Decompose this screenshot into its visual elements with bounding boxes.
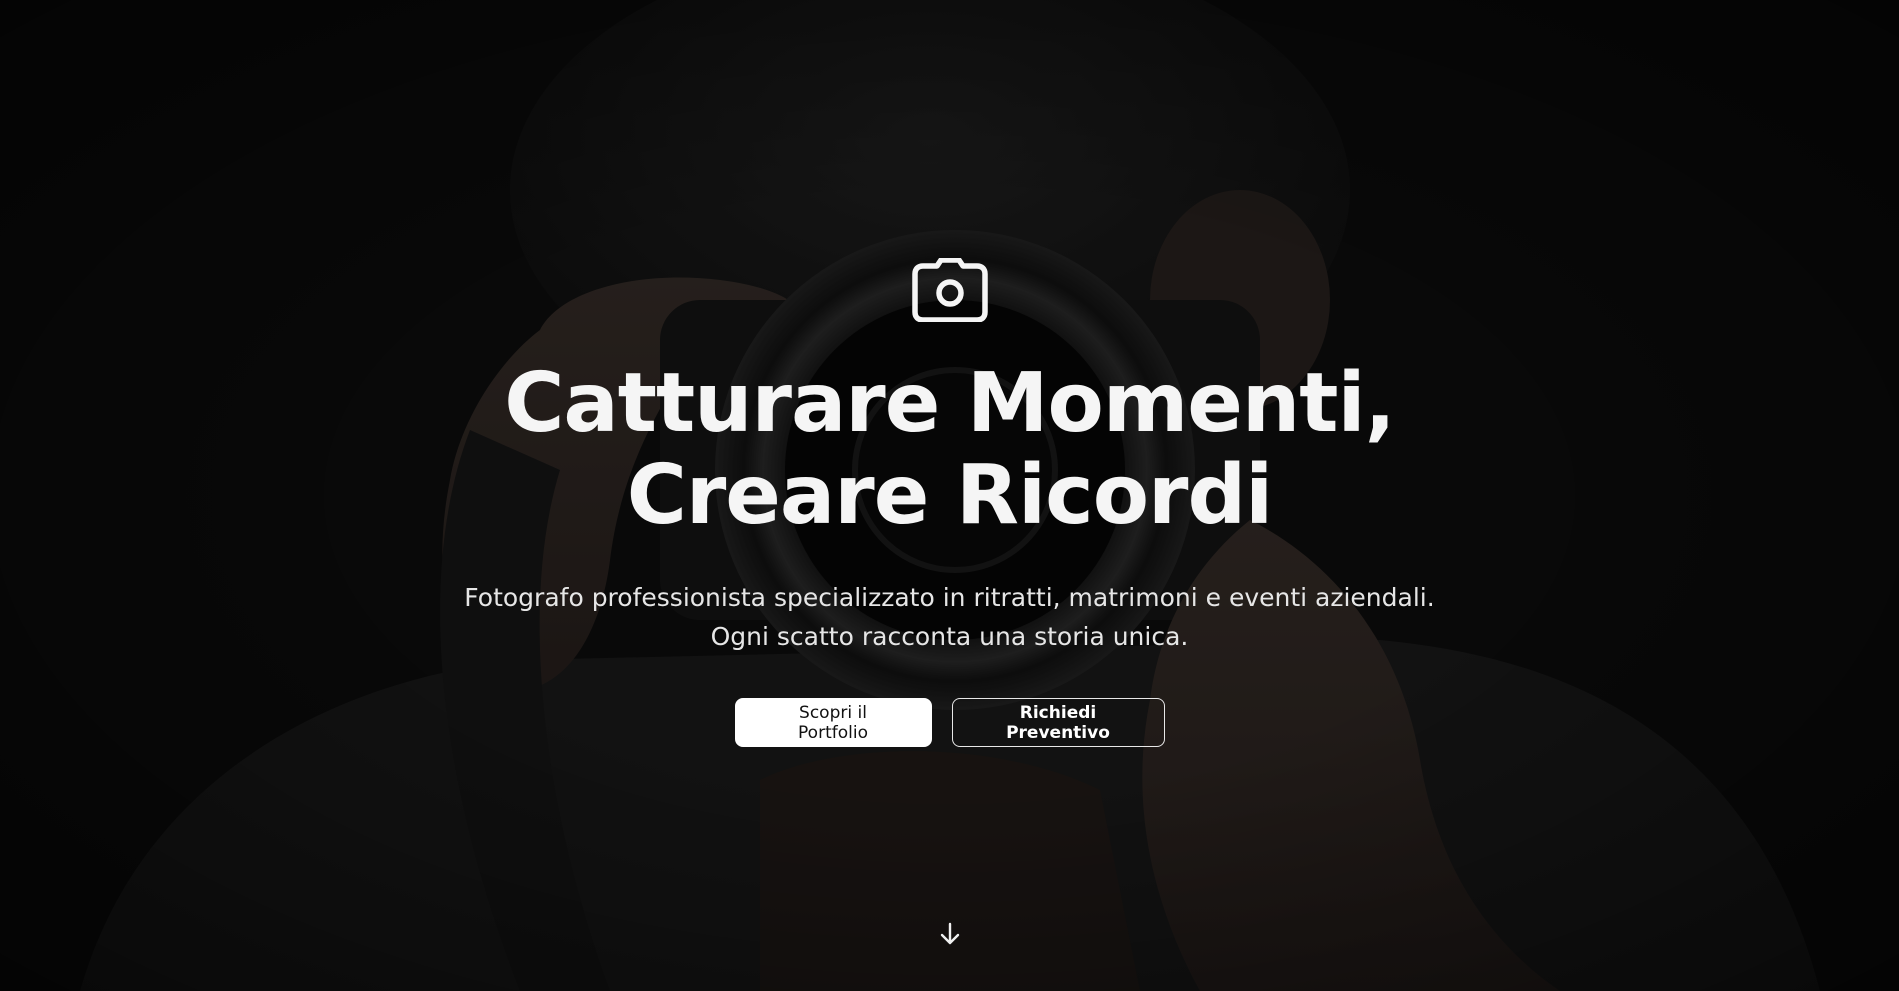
camera-icon [911,258,988,322]
request-quote-button[interactable]: Richiedi Preventivo [951,698,1165,747]
portfolio-button[interactable]: Scopri il Portfolio [734,698,932,747]
hero-actions: Scopri il Portfolio Richiedi Preventivo [734,698,1165,747]
headline-line-1: Catturare Momenti, [504,356,1395,451]
headline-line-2: Creare Ricordi [626,448,1274,543]
subtitle-line-2: Ogni scatto racconta una storia unica. [710,622,1189,651]
hero-content: Catturare Momenti, Creare Ricordi Fotogr… [0,258,1899,747]
hero-subtitle: Fotografo professionista specializzato i… [464,578,1434,656]
hero-section: Catturare Momenti, Creare Ricordi Fotogr… [0,0,1899,991]
hero-headline: Catturare Momenti, Creare Ricordi [504,358,1395,542]
arrow-down-icon[interactable] [937,921,963,947]
subtitle-line-1: Fotografo professionista specializzato i… [464,583,1435,612]
